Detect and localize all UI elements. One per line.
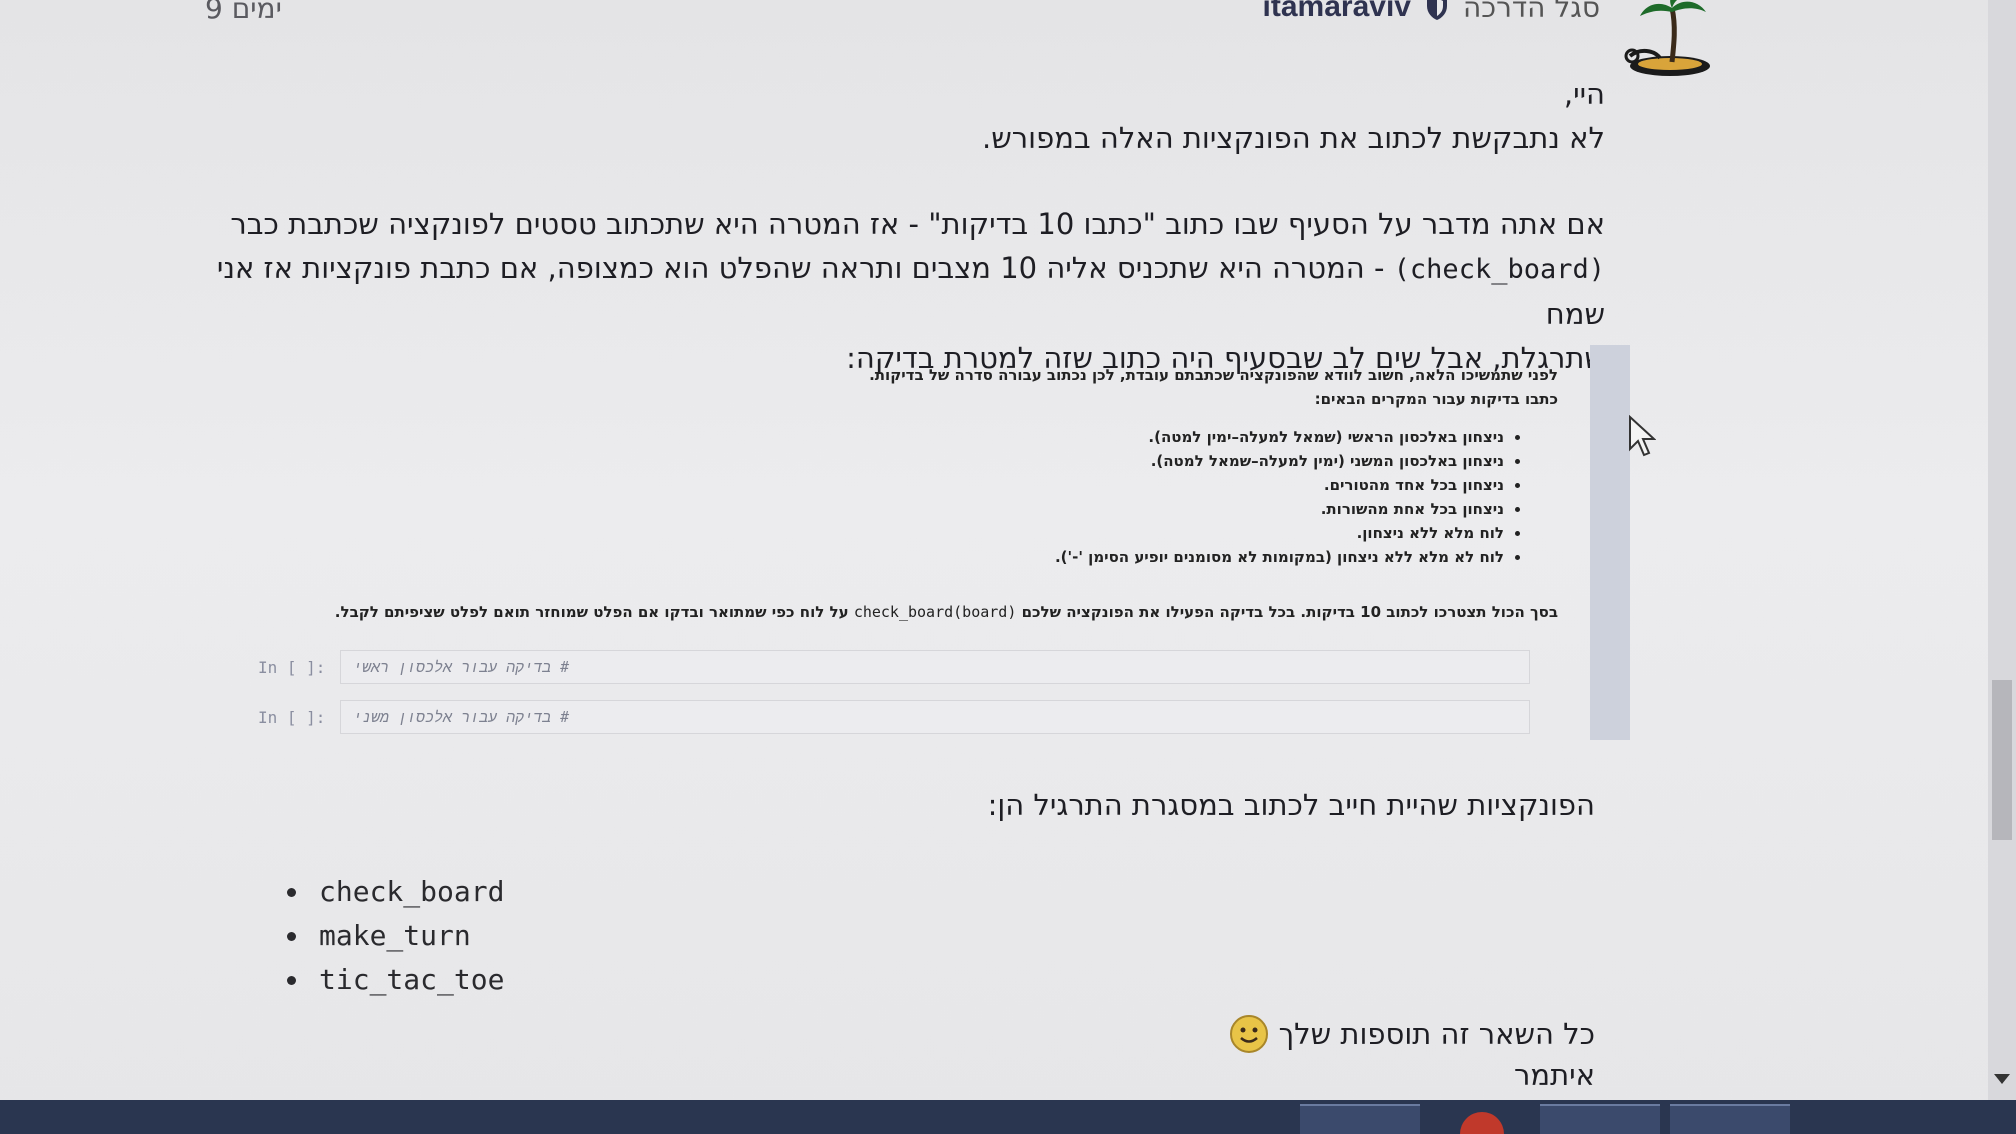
message-line: לא נתבקשת לכתוב את הפונקציות האלה במפורש… <box>982 121 1605 155</box>
list-item: ניצחון באלכסון הראשי (שמאל למעלה–ימין למ… <box>922 425 1504 449</box>
functions-heading: הפונקציות שהיית חייב לכתוב במסגרת התרגיל… <box>987 788 1595 822</box>
vertical-scrollbar[interactable] <box>1988 0 2016 1100</box>
cell-input: # בדיקה עבור אלכסון ראשי <box>340 650 1530 684</box>
mouse-cursor-icon <box>1629 415 1656 457</box>
notebook-case-list: ניצחון באלכסון הראשי (שמאל למעלה–ימין למ… <box>922 425 1522 569</box>
cell-input: # בדיקה עבור אלכסון משני <box>340 700 1530 734</box>
list-item: לוח לא מלא ללא ניצחון (במקומות לא מסומני… <box>922 545 1504 569</box>
cell-prompt: In [ ]: <box>258 658 326 677</box>
list-item: check_board <box>285 870 504 914</box>
taskbar-item[interactable] <box>1540 1104 1660 1134</box>
author-username[interactable]: itamaraviv <box>1263 0 1411 24</box>
taskbar-item[interactable] <box>1670 1104 1790 1134</box>
notebook-intro-line: כתבו בדיקות עבור המקרים הבאים: <box>1314 390 1558 408</box>
message-line: אם אתה מדבר על הסעיף שבו כתוב "כתבו 10 ב… <box>230 207 1605 241</box>
taskbar-app-icon[interactable] <box>1460 1112 1504 1134</box>
notebook-code-cell: In [ ]: # בדיקה עבור אלכסון ראשי <box>258 650 1558 686</box>
notebook-intro: לפני שתמשיכו הלאה, חשוב לוודא שהפונקציה … <box>658 363 1558 411</box>
cell-prompt: In [ ]: <box>258 708 326 727</box>
forum-reply-page: 9 ימים סגל הדרכה itamaraviv היי, לא נתבק… <box>0 0 1990 1100</box>
inline-code: check_board(board) <box>853 603 1017 621</box>
scrollbar-thumb[interactable] <box>1992 680 2012 840</box>
message-greeting: היי, <box>1563 77 1605 111</box>
palm-tree-island-icon[interactable] <box>1620 0 1720 86</box>
smiley-icon <box>1229 1015 1268 1053</box>
list-item: ניצחון בכל אחד מהטורים. <box>922 473 1504 497</box>
cell-comment: # בדיקה עבור אלכסון ראשי <box>353 658 570 676</box>
taskbar-item[interactable] <box>1300 1104 1420 1134</box>
notebook-code-cell: In [ ]: # בדיקה עבור אלכסון משני <box>258 700 1558 736</box>
list-item: לוח מלא ללא ניצחון. <box>922 521 1504 545</box>
list-item: ניצחון באלכסון המשני (ימין למעלה–שמאל למ… <box>922 449 1504 473</box>
author-header: סגל הדרכה itamaraviv <box>1263 0 1600 24</box>
reply-message: היי, לא נתבקשת לכתוב את הפונקציות האלה ב… <box>185 72 1605 380</box>
notebook-cell-highlight <box>1590 345 1630 740</box>
os-taskbar <box>0 1100 2016 1134</box>
notebook-summary: בסך הכול תצטרכו לכתוב 10 בדיקות. בכל בדי… <box>335 600 1558 624</box>
closing-text: כל השאר זה תוספות שלך <box>1278 1017 1595 1051</box>
shield-icon <box>1426 0 1447 20</box>
message-line: (check_board) - המטרה היא שתכניס אליה 10… <box>185 246 1605 336</box>
embedded-notebook-image: לפני שתמשיכו הלאה, חשוב לוודא שהפונקציה … <box>250 345 1630 745</box>
signature: איתמר <box>1514 1058 1595 1092</box>
days-left-label: 9 ימים <box>205 0 282 25</box>
list-item: make_turn <box>285 914 504 958</box>
notebook-summary-text: על לוח כפי שמתואר ובדקו אם הפלט שמוחזר ת… <box>334 603 849 621</box>
list-item: tic_tac_toe <box>285 958 504 1002</box>
inline-code: (check_board) <box>1393 254 1605 285</box>
list-item: ניצחון בכל אחת מהשורות. <box>922 497 1504 521</box>
author-role: סגל הדרכה <box>1462 0 1600 24</box>
scroll-down-arrow-icon[interactable] <box>1994 1074 2010 1084</box>
notebook-summary-text: בסך הכול תצטרכו לכתוב 10 בדיקות. בכל בדי… <box>1021 603 1558 621</box>
closing-line: כל השאר זה תוספות שלך <box>1229 1014 1595 1054</box>
cell-comment: # בדיקה עבור אלכסון משני <box>353 708 570 726</box>
notebook-intro-line: לפני שתמשיכו הלאה, חשוב לוודא שהפונקציה … <box>869 366 1558 384</box>
functions-list: check_board make_turn tic_tac_toe <box>285 870 504 1002</box>
